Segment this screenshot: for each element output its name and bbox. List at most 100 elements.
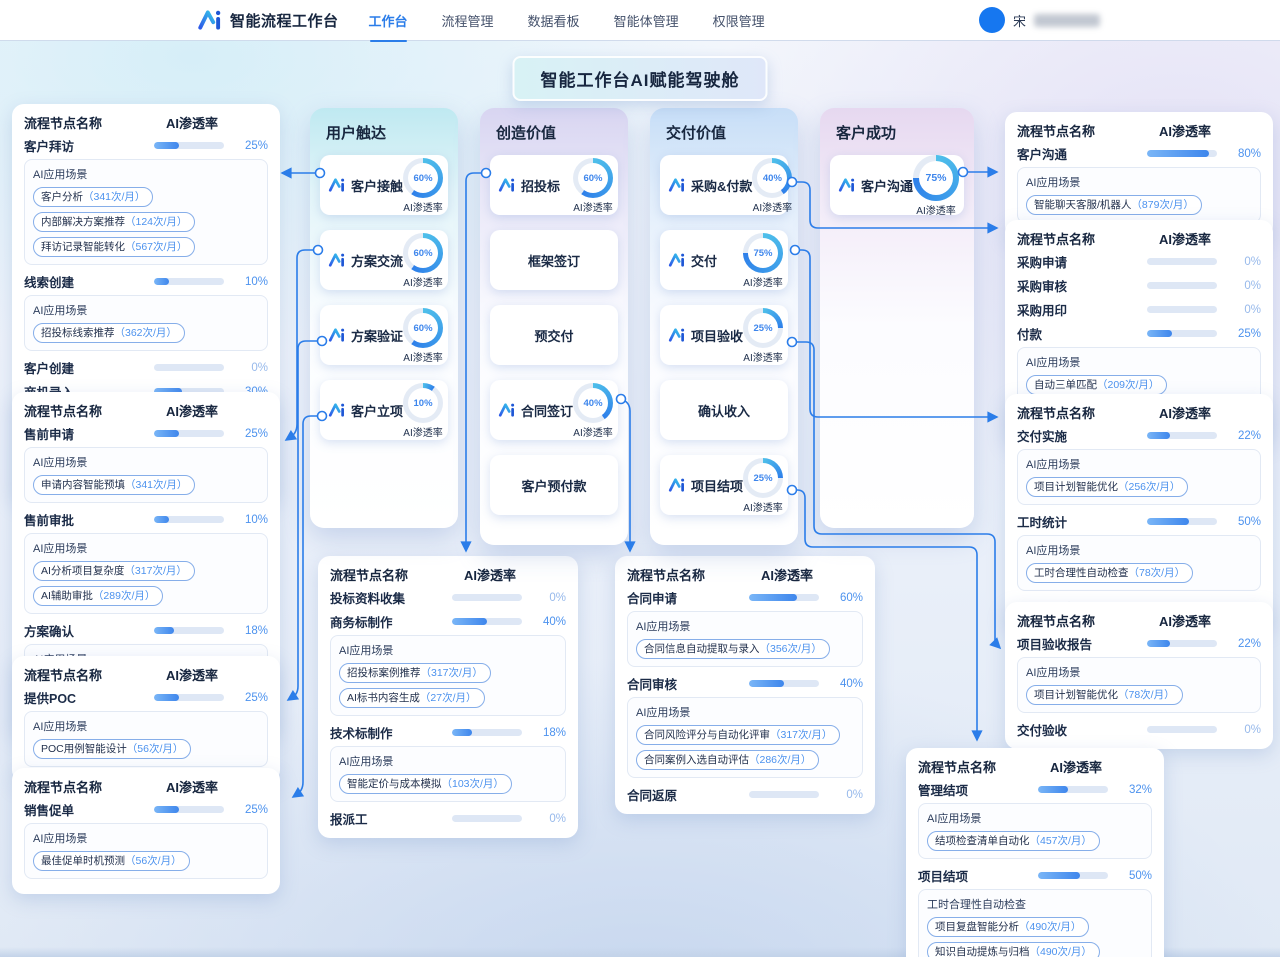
node-name: 客户拜访 (24, 136, 148, 155)
donut-wrap: 60%AI渗透率 (403, 306, 443, 364)
ai-scenario-label: AI应用场景 (33, 454, 259, 470)
tag-name: 工时合理性自动检查 (1034, 566, 1129, 581)
node-name: 付款 (1017, 324, 1141, 343)
tag-count: （56次/月） (125, 854, 182, 869)
stage-card-name: 采购&付款 (691, 176, 752, 195)
node-name: 采购审核 (1017, 276, 1141, 295)
tag-count: （457次/月） (1030, 834, 1092, 849)
ai-scenario-tag[interactable]: 工时合理性自动检查（78次/月） (1026, 563, 1193, 583)
ai-scenario-tag[interactable]: 申请内容智能预填（341次/月） (33, 475, 195, 495)
ai-scenario-tag[interactable]: 结项检查清单自动化（457次/月） (927, 831, 1100, 851)
ai-scenario-tag[interactable]: 合同风险评分与自动化评审（317次/月） (636, 725, 840, 745)
ai-scenario-tag[interactable]: 招投标案例推荐（317次/月） (339, 663, 491, 683)
ai-scenario-label: AI应用场景 (33, 718, 259, 734)
stage-card[interactable]: 项目结项25%AI渗透率 (660, 455, 788, 515)
ai-scenario-tag[interactable]: 项目计划智能优化（256次/月） (1026, 477, 1188, 497)
ai-scenario-tag[interactable]: 招投标线索推荐（362次/月） (33, 323, 185, 343)
panel-header: 流程节点名称AI渗透率 (330, 565, 566, 584)
tag-count: （341次/月） (83, 190, 145, 205)
stage-card[interactable]: 项目验收25%AI渗透率 (660, 305, 788, 365)
node-name: 商务标制作 (330, 612, 446, 631)
penetration-bar-fill (1038, 872, 1080, 879)
ai-scenario-tag[interactable]: 智能定价与成本模拟（103次/月） (339, 774, 512, 794)
ai-scenario-tag[interactable]: 合同案例入选自动评估（286次/月） (636, 750, 819, 770)
ai-logo-icon (498, 176, 516, 194)
stage-card[interactable]: 交付75%AI渗透率 (660, 230, 788, 290)
donut-label: AI渗透率 (403, 349, 442, 364)
penetration-donut: 40% (752, 158, 792, 198)
ai-logo-icon (668, 251, 686, 269)
panel-header: 流程节点名称AI渗透率 (24, 665, 268, 684)
stage-card-name: 方案交流 (351, 251, 403, 270)
user-avatar[interactable] (979, 7, 1005, 33)
ai-scenario-tag[interactable]: 客户分析（341次/月） (33, 187, 153, 207)
stage-card[interactable]: 框架签订 (490, 230, 618, 290)
ai-scenario-tag[interactable]: POC用例智能设计（56次/月） (33, 739, 191, 759)
ai-scenario-tag[interactable]: 知识自动提炼与归档（490次/月） (927, 942, 1100, 957)
donut-label: AI渗透率 (573, 424, 612, 439)
penetration-bar-fill (1147, 150, 1209, 157)
tag-count: （317次/月） (421, 666, 483, 681)
donut-value: 40% (578, 388, 608, 418)
node-row: 项目结项50% (918, 865, 1152, 886)
ai-scenario-tag[interactable]: 拜访记录智能转化（567次/月） (33, 237, 195, 257)
node-row: 交付实施22% (1017, 425, 1261, 446)
penetration-bar (452, 618, 522, 625)
ai-scenario-box: AI应用场景工时合理性自动检查（78次/月） (1017, 535, 1261, 591)
tag-name: AI辅助审批 (41, 589, 93, 604)
stage-card[interactable]: 采购&付款40%AI渗透率 (660, 155, 788, 215)
user-menu[interactable]: 宋 (979, 7, 1100, 33)
nav-item-2[interactable]: 数据看板 (528, 11, 580, 30)
node-row: 报派工0% (330, 808, 566, 829)
penetration-donut: 25% (743, 458, 783, 498)
stage-card[interactable]: 预交付 (490, 305, 618, 365)
node-name: 技术标制作 (330, 723, 446, 742)
ai-scenario-tag[interactable]: AI分析项目复杂度（317次/月） (33, 561, 195, 581)
tag-name: 项目复盘智能分析 (935, 920, 1019, 935)
stage-card[interactable]: 方案验证60%AI渗透率 (320, 305, 448, 365)
penetration-bar (452, 729, 522, 736)
top-navbar: 智能流程工作台 工作台 流程管理 数据看板 智能体管理 权限管理 宋 (0, 0, 1280, 40)
donut-wrap: 75%AI渗透率 (913, 153, 959, 217)
ai-scenario-box: 工时合理性自动检查项目复盘智能分析（490次/月）知识自动提炼与归档（490次/… (918, 889, 1152, 957)
node-name: 项目验收报告 (1017, 634, 1141, 653)
ai-scenario-tags: 申请内容智能预填（341次/月） (33, 475, 259, 495)
ai-scenario-tag[interactable]: 自动三单匹配（209次/月） (1026, 375, 1167, 395)
penetration-donut: 60% (403, 158, 443, 198)
donut-label: AI渗透率 (403, 424, 442, 439)
stage-column-S2: 创造价值招投标60%AI渗透率框架签订预交付合同签订40%AI渗透率客户预付款 (480, 108, 628, 545)
tag-count: （78次/月） (1118, 688, 1175, 703)
ai-scenario-tag[interactable]: AI辅助审批（289次/月） (33, 586, 163, 606)
stage-card[interactable]: 招投标60%AI渗透率 (490, 155, 618, 215)
ai-scenario-tag[interactable]: 合同信息自动提取与录入（356次/月） (636, 639, 830, 659)
node-row: 交付验收0% (1017, 719, 1261, 740)
app-title: 智能流程工作台 (230, 10, 339, 31)
penetration-value: 25% (230, 692, 268, 704)
stage-card[interactable]: 客户沟通75%AI渗透率 (830, 155, 964, 215)
nav-item-4[interactable]: 权限管理 (713, 11, 765, 30)
stage-card[interactable]: 客户立项10%AI渗透率 (320, 380, 448, 440)
stage-card[interactable]: 合同签订40%AI渗透率 (490, 380, 618, 440)
nav-item-3[interactable]: 智能体管理 (614, 11, 679, 30)
donut-label: AI渗透率 (743, 349, 782, 364)
stage-card[interactable]: 方案交流60%AI渗透率 (320, 230, 448, 290)
ai-scenario-tag[interactable]: 项目计划智能优化（78次/月） (1026, 685, 1183, 705)
node-row: 合同申请60% (627, 587, 863, 608)
ai-scenario-tag[interactable]: 智能聊天客服/机器人（879次/月） (1026, 195, 1202, 215)
nav-item-1[interactable]: 流程管理 (442, 11, 494, 30)
stage-card[interactable]: 客户预付款 (490, 455, 618, 515)
tag-count: （286次/月） (749, 753, 811, 768)
penetration-bar-fill (1147, 432, 1170, 439)
column-label-node: 流程节点名称 (1017, 229, 1141, 248)
ai-scenario-tag[interactable]: AI标书内容生成（27次/月） (339, 688, 485, 708)
stage-card[interactable]: 确认收入 (660, 380, 788, 440)
ai-scenario-tag[interactable]: 最佳促单时机预测（56次/月） (33, 851, 190, 871)
stage-card[interactable]: 客户接触60%AI渗透率 (320, 155, 448, 215)
ai-scenario-box: AI应用场景 POC用例智能设计（56次/月） (24, 711, 268, 767)
ai-scenario-tag[interactable]: 项目复盘智能分析（490次/月） (927, 917, 1089, 937)
tag-name: 项目计划智能优化 (1034, 688, 1118, 703)
penetration-bar (154, 627, 224, 634)
process-panel-R3: 流程节点名称AI渗透率交付实施22%AI应用场景项目计划智能优化（256次/月）… (1005, 394, 1273, 627)
nav-item-0[interactable]: 工作台 (369, 11, 408, 30)
ai-scenario-tag[interactable]: 内部解决方案推荐（124次/月） (33, 212, 195, 232)
